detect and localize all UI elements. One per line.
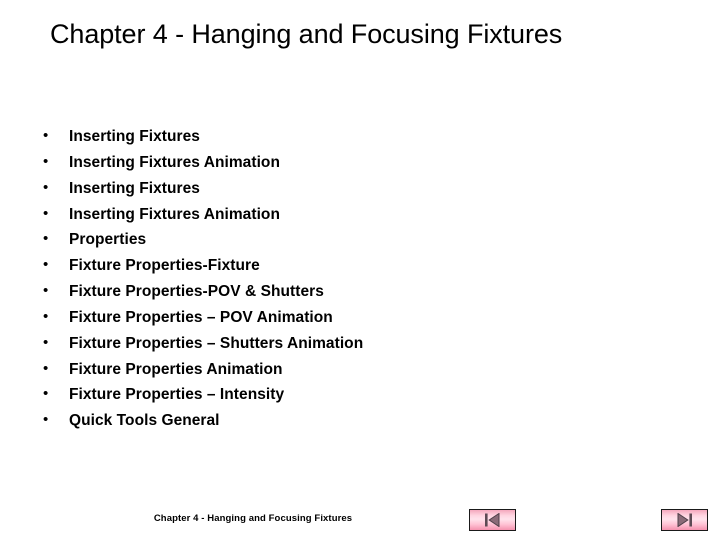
list-item-label: Fixture Properties – Shutters Animation (69, 334, 364, 352)
bullet-point-icon: • (43, 359, 49, 377)
page-title: Chapter 4 - Hanging and Focusing Fixture… (50, 19, 563, 49)
list-item-label: Fixture Properties-Fixture (69, 257, 260, 275)
slide-footer: Chapter 4 - Hanging and Focusing Fixture… (153, 513, 353, 524)
list-item[interactable]: • Inserting Fixtures (42, 127, 682, 155)
bullet-point-icon: • (43, 282, 49, 300)
next-slide-button[interactable] (661, 509, 708, 531)
bullet-point-icon: • (43, 152, 49, 170)
slide-canvas: Chapter 4 - Hanging and Focusing Fixture… (0, 0, 720, 540)
list-item[interactable]: • Fixture Properties-POV & Shutters (42, 282, 682, 310)
bullet-point-icon: • (43, 178, 49, 196)
list-item[interactable]: • Inserting Fixtures (42, 178, 682, 207)
list-item-label: Inserting Fixtures (69, 179, 200, 197)
bullet-point-icon: • (43, 333, 49, 351)
list-item[interactable]: • Fixture Properties – Shutters Animatio… (42, 333, 682, 362)
bullet-point-icon: • (43, 127, 49, 144)
bullet-point-icon: • (43, 230, 49, 248)
list-item[interactable]: • Fixture Properties Animation (42, 359, 682, 388)
list-item[interactable]: • Quick Tools General (42, 411, 682, 439)
bullet-point-icon: • (43, 256, 49, 274)
bullet-point-icon: • (43, 307, 49, 325)
bullet-list: • Inserting Fixtures • Inserting Fixture… (42, 127, 682, 439)
list-item-label: Fixture Properties-POV & Shutters (69, 283, 324, 301)
bullet-point-icon: • (43, 411, 49, 429)
previous-slide-icon (485, 513, 500, 527)
list-item[interactable]: • Inserting Fixtures Animation (42, 204, 682, 233)
bullet-point-icon: • (43, 385, 49, 403)
list-item-label: Properties (69, 231, 147, 249)
list-item[interactable]: • Properties (42, 230, 682, 258)
previous-slide-button[interactable] (469, 509, 516, 531)
list-item[interactable]: • Fixture Properties – Intensity (42, 385, 682, 413)
list-item-label: Fixture Properties – POV Animation (69, 308, 333, 326)
list-item-label: Inserting Fixtures Animation (69, 153, 280, 171)
list-item-label: Quick Tools General (69, 412, 220, 430)
list-item[interactable]: • Fixture Properties – POV Animation (42, 307, 682, 336)
list-item-label: Fixture Properties – Intensity (69, 386, 285, 404)
list-item[interactable]: • Fixture Properties-Fixture (42, 256, 682, 284)
bullet-point-icon: • (43, 204, 49, 222)
list-item-label: Fixture Properties Animation (69, 360, 283, 378)
next-slide-icon (677, 513, 692, 527)
list-item-label: Inserting Fixtures (69, 128, 200, 145)
list-item-label: Inserting Fixtures Animation (69, 205, 280, 223)
list-item[interactable]: • Inserting Fixtures Animation (42, 152, 682, 181)
